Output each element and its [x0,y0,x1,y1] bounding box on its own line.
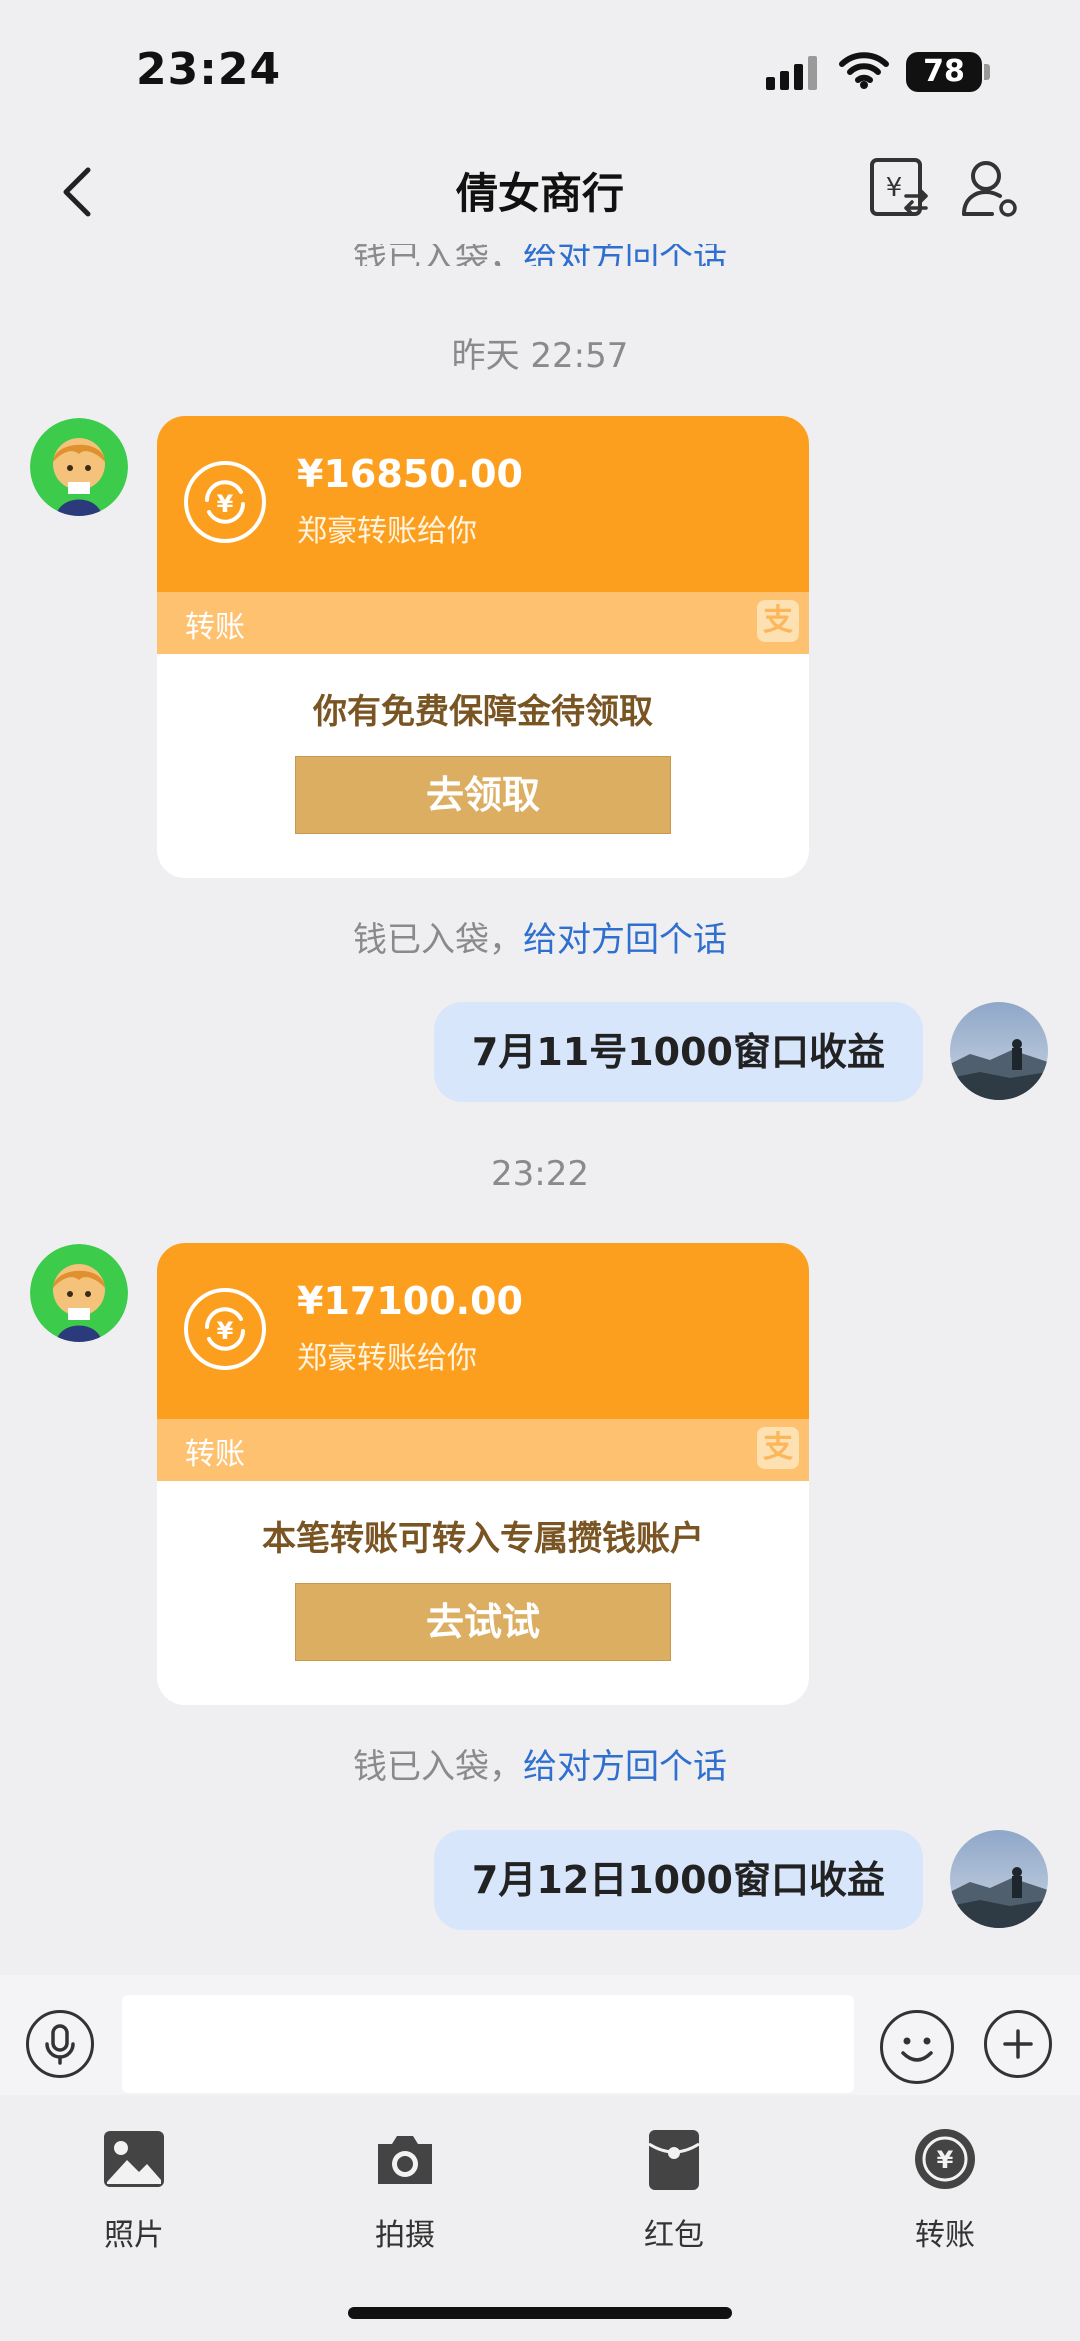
svg-text:¥: ¥ [886,173,903,203]
svg-text:¥: ¥ [937,2146,954,2174]
transfer-coin-icon: ¥ [184,1288,266,1370]
transfer-sender: 郑豪转账给你 [297,514,477,549]
transfer-amount: ¥17100.00 [297,1279,523,1323]
alipay-logo-icon: 支 [757,600,799,642]
red-packet-icon [648,2130,700,2190]
status-time: 23:24 [136,44,282,95]
transfer-icon: ¥ [915,2129,975,2189]
cellular-signal-icon [766,56,822,90]
my-avatar[interactable] [950,1002,1048,1100]
my-message-bubble[interactable]: 7月11号1000窗口收益 [433,1002,923,1102]
battery-level: 78 [906,52,982,92]
tool-label: 红包 [644,2218,704,2253]
plus-icon [1003,2029,1033,2059]
svg-text:¥: ¥ [217,1317,234,1345]
transfer-card[interactable]: ¥ ¥16850.00 郑豪转账给你 转账 支 你有免费保障金待领取 去领取 [157,416,809,878]
partial-system-line: 钱已入袋，给对方回个话 [0,238,1080,266]
tool-label: 照片 [104,2218,164,2253]
alipay-logo-icon: 支 [757,1427,799,1469]
battery-cap [984,64,990,80]
user-settings-icon[interactable] [958,156,1022,220]
card-band: 转账 支 [157,592,809,654]
voice-button[interactable] [26,2010,94,2078]
card-message: 本笔转账可转入专属攒钱账户 [262,1519,704,1559]
tool-red-packet[interactable]: 红包 [604,2126,744,2254]
timestamp: 昨天 22:57 [451,336,629,376]
transfer-card[interactable]: ¥ ¥17100.00 郑豪转账给你 转账 支 本笔转账可转入专属攒钱账户 去试… [157,1243,809,1705]
tool-label: 转账 [915,2218,975,2253]
system-text: 钱已入袋， [353,1747,523,1787]
bill-transfer-icon[interactable]: ¥ [868,156,932,220]
tool-transfer[interactable]: ¥ 转账 [875,2126,1015,2254]
card-band-label: 转账 [185,1437,245,1472]
system-text: 钱已入袋， [353,920,523,960]
card-band: 转账 支 [157,1419,809,1481]
card-band-label: 转账 [185,610,245,645]
system-line: 钱已入袋，给对方回个话 [0,912,1080,961]
more-button[interactable] [984,2010,1052,2078]
avatar[interactable] [30,1244,128,1342]
system-text: 钱已入袋， [353,238,523,266]
my-avatar[interactable] [950,1830,1048,1928]
card-message: 你有免费保障金待领取 [313,692,653,732]
camera-icon [378,2136,432,2184]
avatar[interactable] [30,418,128,516]
photo-icon [104,2131,164,2187]
reply-link[interactable]: 给对方回个话 [523,1747,727,1787]
transfer-coin-icon: ¥ [184,461,266,543]
smile-icon [901,2037,933,2062]
try-button[interactable]: 去试试 [295,1583,671,1661]
reply-link[interactable]: 给对方回个话 [523,244,727,266]
transfer-sender: 郑豪转账给你 [297,1341,477,1376]
transfer-amount: ¥16850.00 [297,452,523,496]
emoji-button[interactable] [880,2010,954,2084]
tool-label: 拍摄 [375,2218,435,2253]
claim-button[interactable]: 去领取 [295,756,671,834]
my-message-bubble[interactable]: 7月12日1000窗口收益 [433,1830,923,1930]
home-indicator [348,2307,732,2319]
wifi-icon [839,52,889,89]
tool-camera[interactable]: 拍摄 [335,2126,475,2254]
svg-text:¥: ¥ [217,490,234,518]
message-input[interactable] [122,1995,854,2093]
system-line: 钱已入袋，给对方回个话 [0,1739,1080,1788]
microphone-icon [45,2024,75,2065]
timestamp: 23:22 [491,1154,589,1194]
tool-photo[interactable]: 照片 [64,2126,204,2254]
reply-link[interactable]: 给对方回个话 [523,920,727,960]
